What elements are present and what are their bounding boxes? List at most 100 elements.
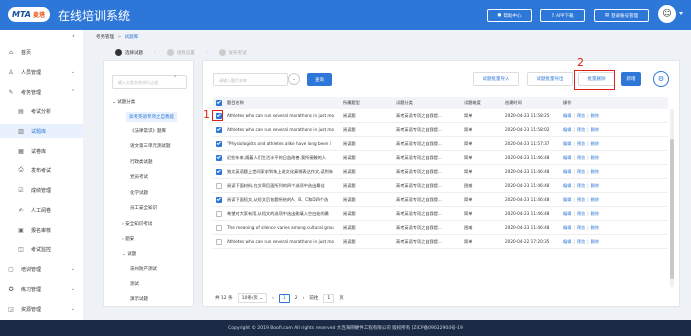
delete-link[interactable]: 删除: [591, 211, 599, 216]
tree-node[interactable]: 演示试题: [130, 296, 148, 302]
row-checkbox[interactable]: [216, 126, 222, 133]
batch-export-button[interactable]: 试题批量导出: [527, 72, 573, 86]
edit-link[interactable]: 编辑: [563, 113, 571, 118]
row-checkbox[interactable]: [216, 154, 222, 161]
preview-link[interactable]: 预览: [577, 211, 585, 216]
sidebar-item[interactable]: ⎙ 发布考试: [0, 163, 83, 177]
sidebar-item[interactable]: ▢ 培训管理 ⌄: [0, 262, 83, 276]
tree-node[interactable]: 员工安全知识: [130, 205, 157, 211]
edit-link[interactable]: 编辑: [563, 127, 571, 132]
chevron-right-icon[interactable]: ›: [174, 73, 176, 80]
tree-node[interactable]: › 安全知识考试: [122, 221, 152, 227]
add-button[interactable]: 新增: [621, 72, 641, 86]
table-row[interactable]: "Physiologists and athletes alike have l…: [213, 137, 668, 151]
tree-node[interactable]: 滞州防产测试: [130, 266, 157, 272]
settings-icon[interactable]: ⚙: [653, 71, 669, 87]
next-page-button[interactable]: ›: [303, 296, 305, 301]
edit-link[interactable]: 编辑: [563, 183, 571, 188]
select-all-checkbox[interactable]: [216, 100, 222, 106]
breadcrumb-parent[interactable]: 考务管理: [96, 35, 114, 40]
tree-node[interactable]: 化学试题: [130, 190, 148, 196]
tree-node[interactable]: 语文第三单元测试题: [130, 143, 171, 149]
edit-link[interactable]: 编辑: [563, 169, 571, 174]
chevron-down-icon[interactable]: ⌄: [288, 73, 300, 85]
vertical-scrollbar[interactable]: [670, 109, 674, 287]
tree-node[interactable]: 《法律常识》题库: [130, 128, 166, 134]
tree-node[interactable]: 测试: [130, 281, 139, 287]
delete-link[interactable]: 删除: [591, 127, 599, 132]
edit-link[interactable]: 编辑: [563, 211, 571, 216]
preview-link[interactable]: 预览: [577, 239, 585, 244]
tree-node[interactable]: 行政类试题: [130, 159, 153, 165]
delete-link[interactable]: 删除: [591, 239, 599, 244]
row-checkbox[interactable]: [216, 224, 222, 231]
preview-link[interactable]: 预览: [577, 183, 585, 188]
table-row[interactable]: The meaning of silence varies among cult…: [213, 221, 668, 235]
sidebar-item[interactable]: ♙ 人员管理 ⌄: [0, 65, 83, 79]
app-download-button[interactable]: ▯ APP下载: [540, 9, 585, 22]
delete-link[interactable]: 删除: [591, 183, 599, 188]
page-2[interactable]: 2: [295, 296, 298, 301]
preview-link[interactable]: 预览: [577, 127, 585, 132]
row-checkbox[interactable]: [216, 196, 222, 203]
row-checkbox[interactable]: [216, 238, 222, 245]
preview-link[interactable]: 预览: [577, 113, 585, 118]
row-checkbox[interactable]: [216, 140, 222, 147]
page-1[interactable]: 1: [278, 293, 290, 303]
preview-link[interactable]: 预览: [577, 155, 585, 160]
question-search-input[interactable]: 请输入题目名称: [213, 73, 288, 86]
row-checkbox[interactable]: [216, 182, 222, 189]
chevron-down-icon[interactable]: [679, 12, 683, 15]
sidebar-item[interactable]: ✎ 考务管理 ⌃: [0, 85, 83, 99]
table-row[interactable]: Athletes who can run several marathons i…: [213, 109, 668, 123]
query-button[interactable]: 查询: [307, 73, 332, 86]
sidebar-item[interactable]: ▣ 报名审核: [0, 223, 83, 237]
edit-link[interactable]: 编辑: [563, 239, 571, 244]
sidebar-item[interactable]: ◲ 资源管理 ⌄: [0, 302, 83, 316]
tree-node[interactable]: › 题安: [122, 236, 134, 242]
tree-node[interactable]: 高考英语专项之自我提: [126, 112, 177, 122]
delete-link[interactable]: 删除: [591, 113, 599, 118]
account-manage-button[interactable]: ▤ 登录账号管理: [594, 9, 649, 22]
help-center-button[interactable]: ● 帮助中心: [487, 9, 532, 22]
table-row[interactable]: 独文英语题上世间家求到朱上说文化真稍表达作文,读到朱 阅读题 高考英语专项之自我提.…: [213, 165, 668, 179]
sidebar-item[interactable]: ⌂ 首页: [0, 45, 83, 59]
delete-link[interactable]: 删除: [591, 169, 599, 174]
edit-link[interactable]: 编辑: [563, 197, 571, 202]
sidebar-item[interactable]: ▦ 试卷库: [0, 144, 83, 158]
page-size-select[interactable]: 10条/页 ⌄: [237, 293, 268, 303]
row-checkbox[interactable]: [216, 210, 222, 217]
sidebar-item[interactable]: ✍ 人工阅卷: [0, 203, 83, 217]
collapse-chevron-icon[interactable]: ‹: [72, 32, 75, 40]
tree-node[interactable]: ⌄ 试题: [122, 251, 136, 257]
table-row[interactable]: Athletes who can run several marathons i…: [213, 123, 668, 137]
preview-link[interactable]: 预览: [577, 225, 585, 230]
preview-link[interactable]: 预览: [577, 141, 585, 146]
table-row[interactable]: Athletes who can run several marathons i…: [213, 235, 668, 249]
table-row[interactable]: 近些年来,随着人们生活水平的日益改善,我所接触的人 阅读题 高考英语专项之自我提..…: [213, 151, 668, 165]
delete-link[interactable]: 删除: [591, 141, 599, 146]
delete-link[interactable]: 删除: [591, 197, 599, 202]
delete-link[interactable]: 删除: [591, 155, 599, 160]
edit-link[interactable]: 编辑: [563, 141, 571, 146]
preview-link[interactable]: 预览: [577, 197, 585, 202]
table-row[interactable]: 阅读下面材料,在文章后面所列的四个选项中选出最佳 阅读题 高考英语专项之自我提...…: [213, 179, 668, 193]
avatar[interactable]: ☺: [658, 5, 676, 23]
edit-link[interactable]: 编辑: [563, 225, 571, 230]
tree-node[interactable]: ⌄ 试题分类: [112, 99, 135, 105]
table-row[interactable]: 希望对大家有用,从短文的选项中选出能填入空白处的最 阅读题 高考英语专项之自我提..…: [213, 207, 668, 221]
sidebar-item[interactable]: ▥ 试题库: [0, 124, 83, 138]
delete-link[interactable]: 删除: [591, 225, 599, 230]
table-row[interactable]: 阅读下面短文,从短文后各题所给的A、B、C和D四个选 阅读题 高考英语专项之自我提.…: [213, 193, 668, 207]
edit-link[interactable]: 编辑: [563, 155, 571, 160]
sidebar-item[interactable]: ▤ 考试分析: [0, 104, 83, 118]
batch-import-button[interactable]: 试题批量导入: [473, 72, 519, 86]
row-checkbox[interactable]: [216, 168, 222, 175]
prev-page-button[interactable]: ‹: [272, 296, 274, 301]
sidebar-item[interactable]: ✪ 练习管理 ⌄: [0, 282, 83, 296]
sidebar-item[interactable]: ☑ 成绩管理: [0, 183, 83, 197]
tree-node[interactable]: 党员考试: [130, 174, 148, 180]
preview-link[interactable]: 预览: [577, 169, 585, 174]
goto-page-input[interactable]: 1: [323, 293, 335, 303]
sidebar-item[interactable]: ◫ 考试监控: [0, 242, 83, 256]
